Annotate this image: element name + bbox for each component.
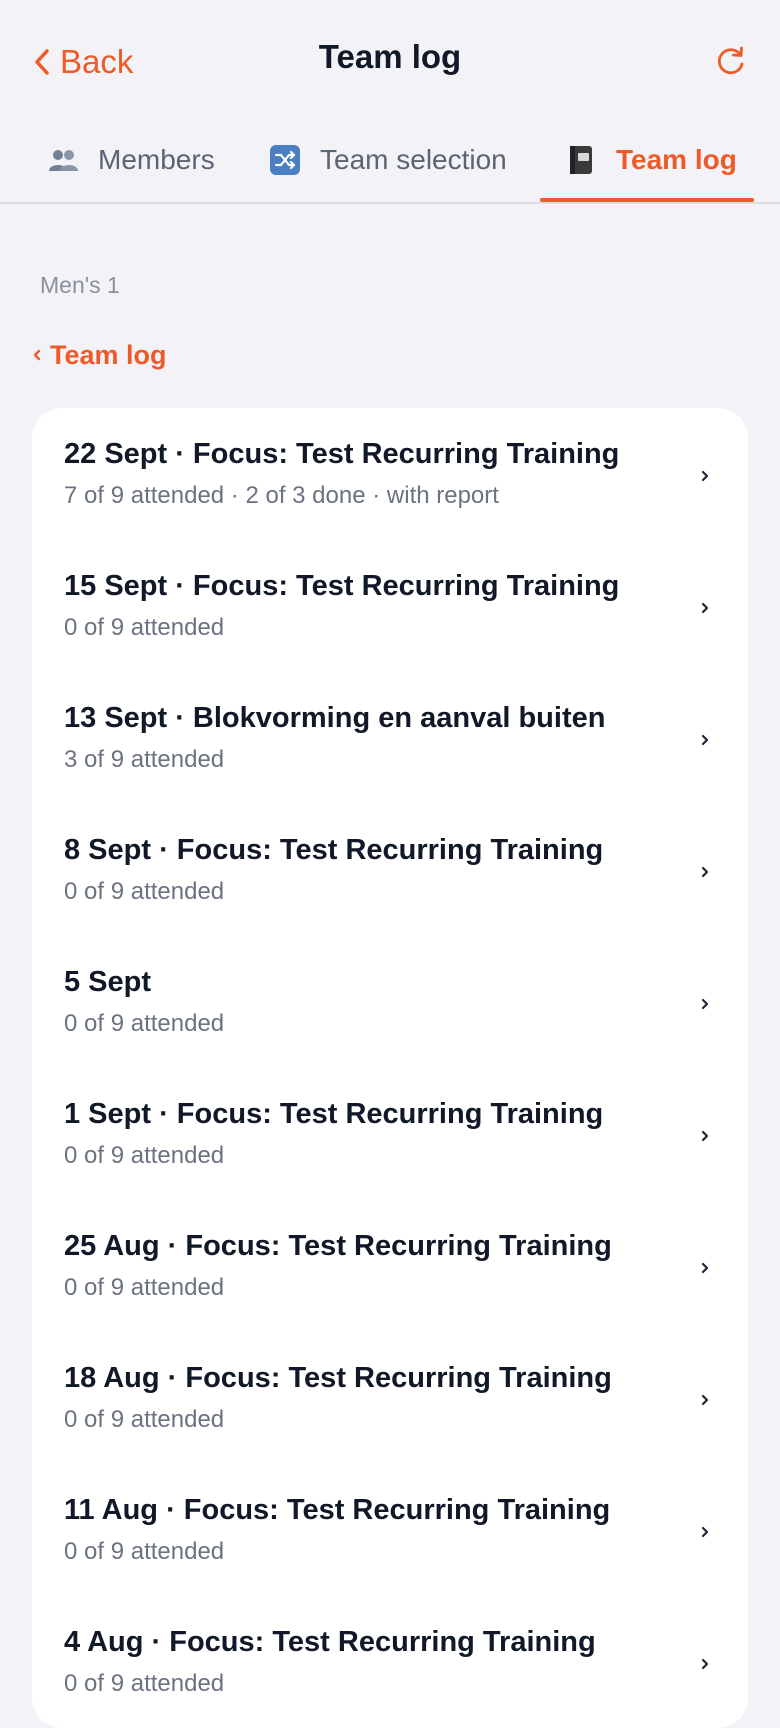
refresh-icon[interactable]: [714, 44, 748, 78]
chevron-right-icon: [701, 866, 709, 878]
entry-subtitle: 0 of 9 attended: [64, 614, 225, 641]
list-item[interactable]: 15 Sept · Focus: Test Recurring Training…: [32, 540, 748, 672]
entry-subtitle: 0 of 9 attended: [64, 1142, 225, 1169]
list-item[interactable]: 5 Sept 0 of 9 attended: [32, 936, 748, 1068]
list-item[interactable]: 13 Sept · Blokvorming en aanval buiten 3…: [32, 672, 748, 804]
entry-title: 1 Sept · Focus: Test Recurring Training: [64, 1098, 604, 1130]
notebook-icon: [566, 145, 596, 175]
list-item[interactable]: 1 Sept · Focus: Test Recurring Training …: [32, 1068, 748, 1200]
tab-label: Members: [98, 144, 215, 175]
entry-title: 4 Aug · Focus: Test Recurring Training: [64, 1626, 596, 1658]
chevron-right-icon: [701, 602, 709, 614]
chevron-right-icon: [701, 1130, 709, 1142]
entry-title: 22 Sept · Focus: Test Recurring Training: [64, 438, 620, 470]
list-item[interactable]: 22 Sept · Focus: Test Recurring Training…: [32, 408, 748, 540]
list-item[interactable]: 4 Aug · Focus: Test Recurring Training 0…: [32, 1596, 748, 1728]
log-list: 22 Sept · Focus: Test Recurring Training…: [32, 408, 748, 1728]
list-item[interactable]: 18 Aug · Focus: Test Recurring Training …: [32, 1332, 748, 1464]
entry-title: 18 Aug · Focus: Test Recurring Training: [64, 1362, 612, 1394]
chevron-right-icon: [701, 1526, 709, 1538]
page-title: Team log: [318, 38, 462, 75]
entry-subtitle: 0 of 9 attended: [64, 1538, 225, 1565]
entry-subtitle: 7 of 9 attended · 2 of 3 done · with rep…: [64, 482, 499, 509]
entry-subtitle: 0 of 9 attended: [64, 1406, 225, 1433]
tab-label: Team log: [616, 144, 737, 175]
list-item[interactable]: 8 Sept · Focus: Test Recurring Training …: [32, 804, 748, 936]
list-item[interactable]: 11 Aug · Focus: Test Recurring Training …: [32, 1464, 748, 1596]
chevron-right-icon: [701, 734, 709, 746]
entry-title: 15 Sept · Focus: Test Recurring Training: [64, 570, 620, 602]
people-icon: [48, 145, 78, 175]
tab-members[interactable]: Members: [48, 118, 215, 202]
tab-label: Team selection: [320, 144, 507, 175]
list-item[interactable]: 25 Aug · Focus: Test Recurring Training …: [32, 1200, 748, 1332]
team-name: Men's 1: [40, 272, 120, 298]
entry-subtitle: 3 of 9 attended: [64, 746, 225, 773]
entry-title: 11 Aug · Focus: Test Recurring Training: [64, 1494, 611, 1526]
chevron-right-icon: [701, 1658, 709, 1670]
tab-bar: Members Team selection Team log: [0, 118, 780, 204]
breadcrumb-team-log[interactable]: Team log: [32, 338, 167, 372]
entry-title: 8 Sept · Focus: Test Recurring Training: [64, 834, 604, 866]
entry-subtitle: 0 of 9 attended: [64, 1670, 225, 1697]
chevron-right-icon: [701, 1262, 709, 1274]
active-tab-indicator: [540, 198, 754, 202]
chevron-right-icon: [701, 1394, 709, 1406]
chevron-right-icon: [701, 470, 709, 482]
top-bar: Back Team log: [0, 0, 780, 118]
breadcrumb-label: Team log: [50, 339, 167, 370]
tab-team-log[interactable]: Team log: [566, 118, 737, 202]
entry-title: 25 Aug · Focus: Test Recurring Training: [64, 1230, 612, 1262]
chevron-right-icon: [701, 998, 709, 1010]
entry-title: 13 Sept · Blokvorming en aanval buiten: [64, 702, 606, 734]
shuffle-icon: [270, 145, 300, 175]
entry-title: 5 Sept: [64, 966, 152, 998]
entry-subtitle: 0 of 9 attended: [64, 878, 225, 905]
tab-team-selection[interactable]: Team selection: [270, 118, 507, 202]
entry-subtitle: 0 of 9 attended: [64, 1274, 225, 1301]
chevron-left-icon: [33, 349, 41, 361]
entry-subtitle: 0 of 9 attended: [64, 1010, 225, 1037]
